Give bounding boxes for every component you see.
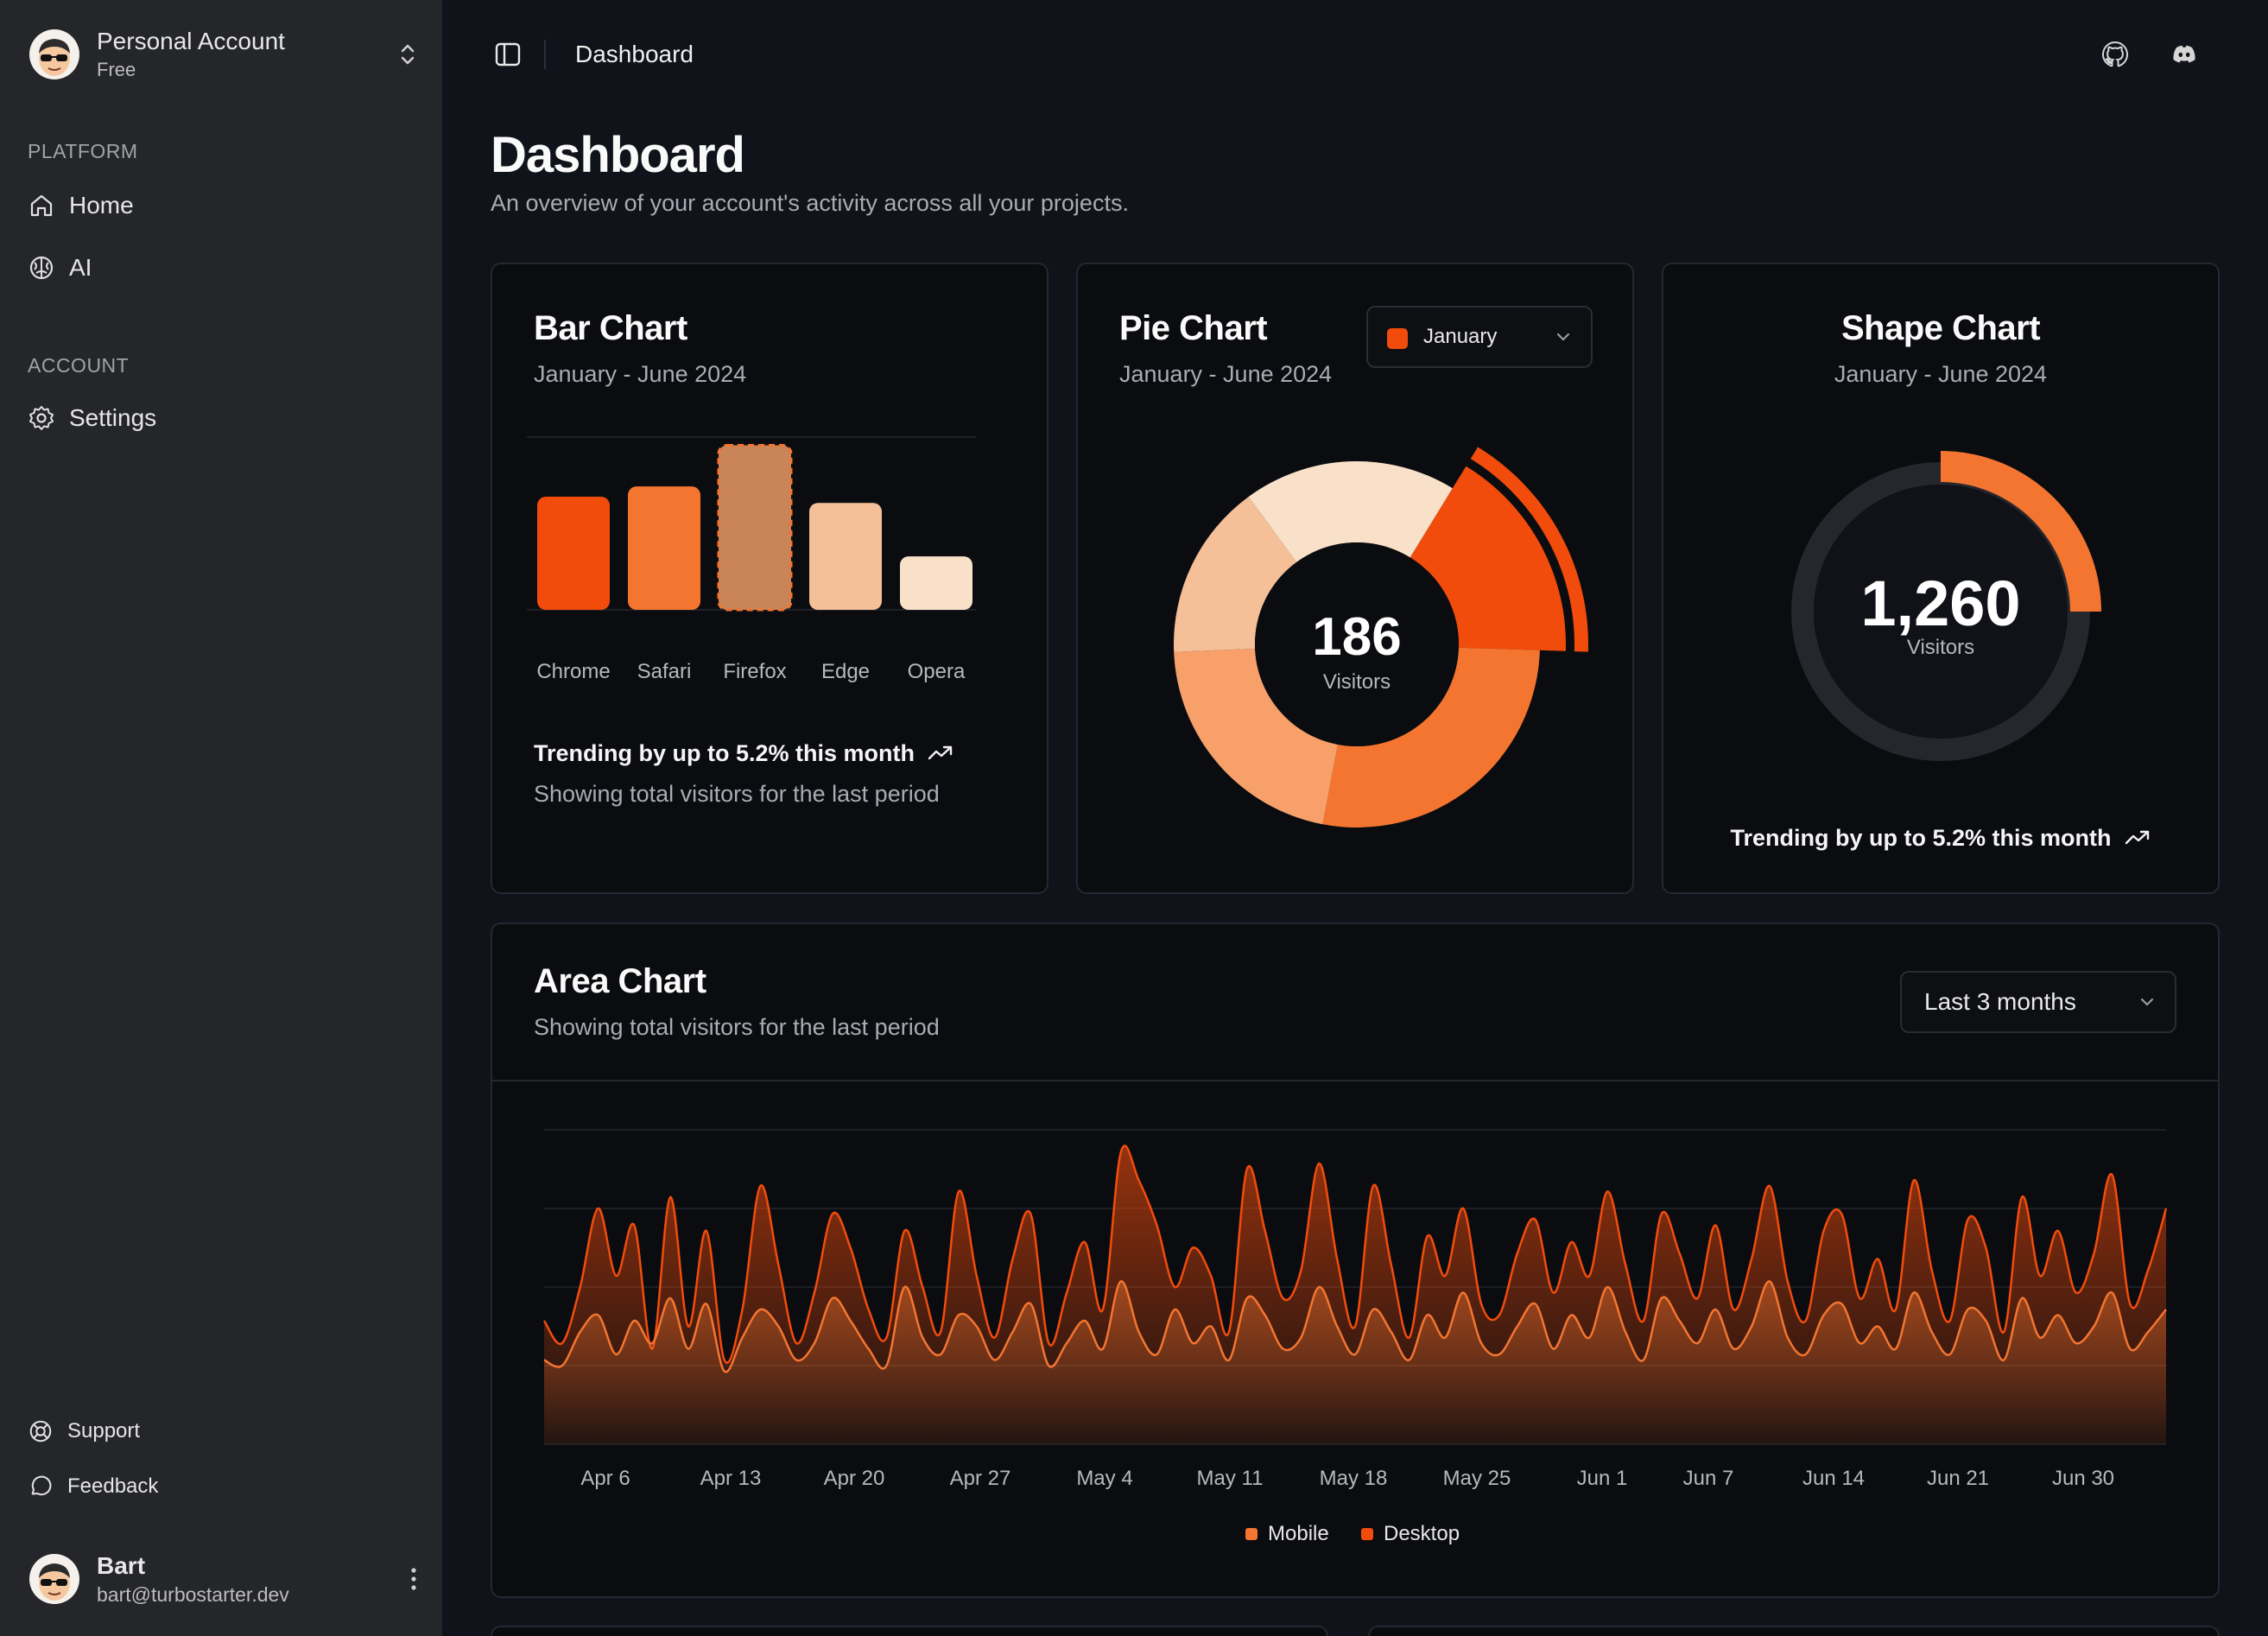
sidebar-toggle-icon[interactable] (493, 40, 523, 69)
pie-chart-card: Pie Chart January - June 2024 January 18… (1076, 263, 1634, 894)
card-subtitle: January - June 2024 (1119, 361, 1333, 387)
card-title: Bar Chart (534, 309, 687, 347)
legend-label: Mobile (1268, 1522, 1329, 1545)
card-subtitle: January - June 2024 (1834, 361, 2048, 387)
bar-firefox[interactable] (717, 444, 793, 612)
bar-safari[interactable] (628, 486, 700, 610)
sidebar-item-label: Home (69, 192, 134, 219)
user-email: bart@turbostarter.dev (97, 1582, 289, 1606)
card-note: Showing total visitors for the last peri… (534, 781, 940, 807)
x-tick-label: May 11 (1196, 1467, 1264, 1490)
lifebuoy-icon (29, 1420, 52, 1443)
bar-chart-card: Bar Chart January - June 2024 Chrome Safa… (491, 263, 1048, 894)
breadcrumb[interactable]: Dashboard (575, 41, 694, 68)
avatar (29, 1554, 79, 1604)
chevron-up-down-icon (401, 44, 415, 65)
card-subtitle: Showing total visitors for the last peri… (534, 1014, 940, 1040)
sidebar-item-support[interactable]: Support (28, 1418, 140, 1444)
x-tick-label: Jun 14 (1802, 1467, 1866, 1490)
section-account: ACCOUNT (28, 354, 130, 377)
account-plan: Free (97, 59, 136, 80)
trending-up-icon (928, 745, 953, 760)
home-icon (30, 194, 53, 217)
card-title: Shape Chart (1840, 309, 2041, 347)
trend-text: Trending by up to 5.2% this month (1663, 824, 2218, 852)
sidebar: Personal Account Free PLATFORM Home AI A… (0, 0, 442, 1636)
trend-label: Trending by up to 5.2% this month (1730, 824, 2112, 851)
account-name: Personal Account (97, 28, 285, 54)
month-select[interactable]: January (1366, 306, 1593, 368)
legend-desktop: Desktop (1361, 1522, 1460, 1546)
gear-icon (29, 406, 54, 430)
pie-center-label: Visitors (1322, 670, 1391, 694)
more-vertical-icon[interactable] (409, 1565, 418, 1593)
x-tick-label: May 4 (1076, 1467, 1133, 1490)
legend-swatch (1245, 1528, 1258, 1540)
sidebar-item-label: AI (69, 254, 92, 281)
account-switcher[interactable]: Personal Account Free (29, 24, 418, 85)
trend-label: Trending by up to 5.2% this month (534, 739, 915, 766)
discord-icon[interactable] (2170, 40, 2199, 69)
breadcrumb-separator (544, 40, 546, 69)
area-chart-card: Area Chart Showing total visitors for th… (491, 923, 2220, 1598)
x-tick-label: Jun 21 (1926, 1467, 1990, 1490)
sidebar-item-settings[interactable]: Settings (28, 404, 156, 432)
area-chart (542, 1129, 2168, 1445)
trend-text: Trending by up to 5.2% this month (534, 739, 954, 767)
page-title: Dashboard (491, 127, 745, 183)
avatar-face-icon (39, 1563, 70, 1601)
user-menu[interactable]: Bart bart@turbostarter.dev (29, 1548, 418, 1610)
trending-up-icon (2125, 830, 2149, 845)
x-tick-label: Jun 30 (2051, 1467, 2115, 1490)
bar-opera[interactable] (900, 556, 972, 610)
brain-icon (29, 256, 54, 280)
radial-center-label: Visitors (1906, 636, 1975, 659)
month-select-value: January (1423, 325, 1498, 348)
pie-center-value: 186 (1312, 607, 1402, 667)
month-swatch (1387, 328, 1408, 349)
user-name: Bart (97, 1551, 146, 1579)
message-circle-icon (31, 1475, 52, 1496)
chevron-down-icon (2140, 998, 2154, 1006)
sidebar-item-label: Settings (69, 404, 157, 431)
card-title: Pie Chart (1119, 309, 1268, 347)
avatar (29, 29, 79, 79)
x-tick-label: Apr 27 (949, 1467, 1011, 1490)
x-tick-label: Jun 7 (1682, 1467, 1734, 1490)
next-card-left (491, 1626, 1328, 1636)
sidebar-item-feedback[interactable]: Feedback (28, 1474, 158, 1500)
legend-label: Desktop (1384, 1522, 1460, 1545)
legend-mobile: Mobile (1245, 1522, 1329, 1546)
page-subtitle: An overview of your account's activity a… (491, 190, 1129, 216)
bar-chart (527, 436, 976, 612)
card-title: Area Chart (534, 962, 706, 1000)
bar-edge[interactable] (809, 503, 882, 610)
bar-chrome[interactable] (537, 497, 610, 610)
x-tick-label: Apr 13 (700, 1467, 762, 1490)
chevron-down-icon (1556, 333, 1570, 341)
range-select-value: Last 3 months (1924, 988, 2076, 1015)
radial-center-value: 1,260 (1860, 568, 2021, 639)
github-icon[interactable] (2100, 40, 2130, 69)
x-tick-label: May 25 (1442, 1467, 1511, 1490)
next-card-right (1368, 1626, 2220, 1636)
sidebar-item-ai[interactable]: AI (28, 254, 92, 282)
x-tick-label: Apr 6 (580, 1467, 630, 1490)
legend-swatch (1361, 1528, 1373, 1540)
avatar-face-icon (39, 39, 70, 76)
x-tick-label: May 18 (1319, 1467, 1388, 1490)
shape-chart-card: Shape Chart January - June 2024 1,260 Vi… (1662, 263, 2220, 894)
x-tick-label: Opera (907, 660, 966, 683)
x-tick-label: Jun 1 (1576, 1467, 1628, 1490)
range-select[interactable]: Last 3 months (1900, 971, 2176, 1033)
section-platform: PLATFORM (28, 140, 138, 162)
x-tick-label: Apr 20 (823, 1467, 885, 1490)
support-label: Support (67, 1419, 141, 1443)
card-subtitle: January - June 2024 (534, 361, 747, 387)
sidebar-item-home[interactable]: Home (28, 192, 134, 219)
feedback-label: Feedback (67, 1474, 159, 1498)
